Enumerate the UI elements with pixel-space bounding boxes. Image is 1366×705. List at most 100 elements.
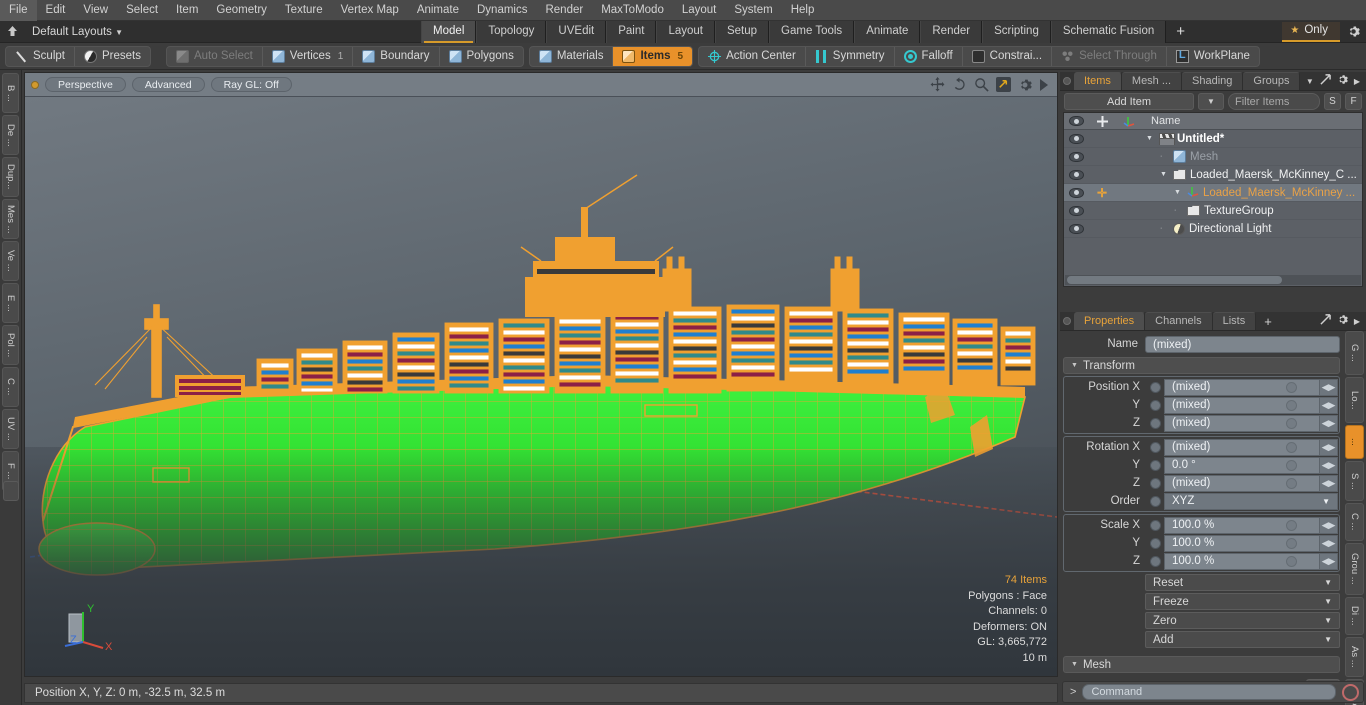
transform-action-reset[interactable]: Reset ▼ [1145, 574, 1340, 591]
fit-icon[interactable] [996, 77, 1011, 92]
row-visibility-toggle[interactable] [1064, 151, 1089, 162]
tool-polygons[interactable]: Polygons [440, 47, 523, 66]
panel-menu-icon[interactable]: ▶ [1354, 317, 1360, 326]
tool-items[interactable]: Items 5 [613, 46, 693, 66]
viewport-canvas[interactable]: Y X Z 74 Items Polygons : Face Channels:… [25, 97, 1057, 676]
viewport-shading-button[interactable]: Advanced [131, 77, 205, 92]
row-visibility-toggle[interactable] [1064, 187, 1089, 198]
value-stepper[interactable]: ◀▶ [1320, 438, 1338, 456]
twisty-icon[interactable]: ▼ [1146, 135, 1155, 142]
row-visibility-toggle[interactable] [1064, 133, 1089, 144]
layout-tab-schematic-fusion[interactable]: Schematic Fusion [1050, 20, 1167, 43]
layout-tab-animate[interactable]: Animate [854, 20, 921, 43]
channel-indicator[interactable] [1150, 537, 1161, 549]
twisty-icon[interactable]: ▼ [1174, 189, 1183, 196]
tool-vertices[interactable]: Vertices 1 [263, 46, 354, 66]
keyframe-dot[interactable] [1286, 537, 1297, 549]
left-strip-extra-button[interactable] [3, 481, 19, 501]
items-tab-shading[interactable]: Shading [1182, 72, 1244, 90]
layout-tab-uvedit[interactable]: UVEdit [546, 20, 607, 43]
tool-boundary[interactable]: Boundary [353, 46, 440, 66]
items-tree-row[interactable]: ▼ Loaded_Maersk_McKinney_C ... [1064, 166, 1362, 184]
filter-f-button[interactable]: F [1345, 93, 1362, 110]
keyframe-dot[interactable] [1286, 459, 1297, 471]
channel-indicator[interactable] [1150, 477, 1161, 489]
play-icon[interactable] [1039, 78, 1049, 91]
maximize-icon[interactable] [1320, 74, 1331, 88]
tool-auto-select[interactable]: Auto Select [167, 46, 263, 66]
add-item-dropdown-arrow[interactable]: ▼ [1198, 93, 1224, 110]
panel-menu-icon[interactable]: ▶ [1354, 77, 1360, 86]
twisty-icon[interactable]: ▼ [1160, 171, 1169, 178]
property-value-field[interactable]: 100.0 % [1164, 552, 1320, 570]
channel-indicator[interactable] [1150, 459, 1161, 471]
transform-action-zero[interactable]: Zero ▼ [1145, 612, 1340, 629]
transform-action-freeze[interactable]: Freeze ▼ [1145, 593, 1340, 610]
row-visibility-toggle[interactable] [1064, 223, 1089, 234]
items-tree-row[interactable]: · Directional Light [1064, 220, 1362, 238]
add-layout-tab-button[interactable]: + [1166, 21, 1195, 42]
left-tab-dup[interactable]: Dup... [2, 157, 19, 197]
viewport-raygl-button[interactable]: Ray GL: Off [210, 77, 292, 92]
move-icon[interactable] [930, 77, 945, 92]
channel-indicator[interactable] [1150, 495, 1161, 507]
properties-tab-lists[interactable]: Lists [1212, 312, 1257, 330]
maximize-icon[interactable] [1320, 314, 1331, 328]
layout-tab-render[interactable]: Render [920, 20, 983, 43]
property-value-field[interactable]: (mixed) [1164, 474, 1320, 492]
tool-materials[interactable]: Materials [530, 46, 614, 66]
items-tree-row[interactable]: ✛ ▼ Loaded_Maersk_McKinney ... [1064, 184, 1362, 202]
transform-section-header[interactable]: ▼ Transform [1063, 357, 1340, 374]
row-visibility-toggle[interactable] [1064, 205, 1089, 216]
keyframe-dot[interactable] [1286, 519, 1297, 531]
channel-indicator[interactable] [1150, 519, 1161, 531]
layout-tab-layout[interactable]: Layout [656, 20, 715, 43]
property-select[interactable]: XYZ ▼ [1164, 492, 1338, 510]
items-tab-mesh[interactable]: Mesh ... [1121, 72, 1183, 90]
right-tab-tab2[interactable]: ... [1345, 425, 1364, 459]
property-value-field[interactable]: 100.0 % [1164, 534, 1320, 552]
value-stepper[interactable]: ◀▶ [1320, 414, 1338, 432]
mesh-section-header[interactable]: ▼ Mesh [1063, 656, 1340, 673]
name-field[interactable]: (mixed) [1145, 335, 1340, 353]
right-tab-lo[interactable]: Lo... [1345, 377, 1364, 423]
menu-item-file[interactable]: File [0, 0, 37, 21]
property-value-field[interactable]: (mixed) [1164, 438, 1320, 456]
filter-s-button[interactable]: S [1324, 93, 1341, 110]
menu-item-geometry[interactable]: Geometry [207, 0, 276, 21]
left-tab-uv[interactable]: UV ... [2, 409, 19, 449]
menu-item-vertex-map[interactable]: Vertex Map [332, 0, 408, 21]
menu-item-edit[interactable]: Edit [37, 0, 75, 21]
viewport-view-mode-button[interactable]: Perspective [45, 77, 126, 92]
value-stepper[interactable]: ◀▶ [1320, 396, 1338, 414]
left-tab-ve[interactable]: Ve ... [2, 241, 19, 281]
tool-symmetry[interactable]: Symmetry [806, 46, 895, 66]
layout-tab-topology[interactable]: Topology [476, 20, 547, 43]
keyframe-dot[interactable] [1286, 399, 1297, 411]
right-tab-g[interactable]: G ... [1345, 331, 1364, 375]
only-toggle-button[interactable]: ★ Only [1282, 21, 1340, 42]
right-tab-grou[interactable]: Grou ... [1345, 543, 1364, 595]
menu-item-system[interactable]: System [725, 0, 781, 21]
right-tab-as[interactable]: As ... [1345, 637, 1364, 677]
items-tree-row[interactable]: · Mesh [1064, 148, 1362, 166]
keyframe-dot[interactable] [1286, 381, 1297, 393]
menu-item-texture[interactable]: Texture [276, 0, 332, 21]
layout-tab-game-tools[interactable]: Game Tools [769, 20, 855, 43]
gear-icon[interactable] [1337, 314, 1348, 328]
layout-tab-setup[interactable]: Setup [714, 20, 770, 43]
menu-item-animate[interactable]: Animate [408, 0, 468, 21]
items-tab-items[interactable]: Items [1074, 72, 1122, 90]
tool-constrai[interactable]: Constrai... [963, 46, 1053, 66]
keyframe-dot[interactable] [1286, 441, 1297, 453]
value-stepper[interactable]: ◀▶ [1320, 534, 1338, 552]
value-stepper[interactable]: ◀▶ [1320, 516, 1338, 534]
items-tree-hscrollbar[interactable] [1065, 275, 1361, 285]
filter-items-input[interactable]: Filter Items [1228, 93, 1320, 110]
channel-indicator[interactable] [1150, 441, 1161, 453]
zoom-icon[interactable] [974, 77, 989, 92]
tool-falloff[interactable]: Falloff [895, 46, 963, 66]
command-input[interactable]: Command [1082, 684, 1336, 700]
viewport-indicator-dot[interactable] [31, 80, 39, 89]
property-value-field[interactable]: 0.0 ° [1164, 456, 1320, 474]
